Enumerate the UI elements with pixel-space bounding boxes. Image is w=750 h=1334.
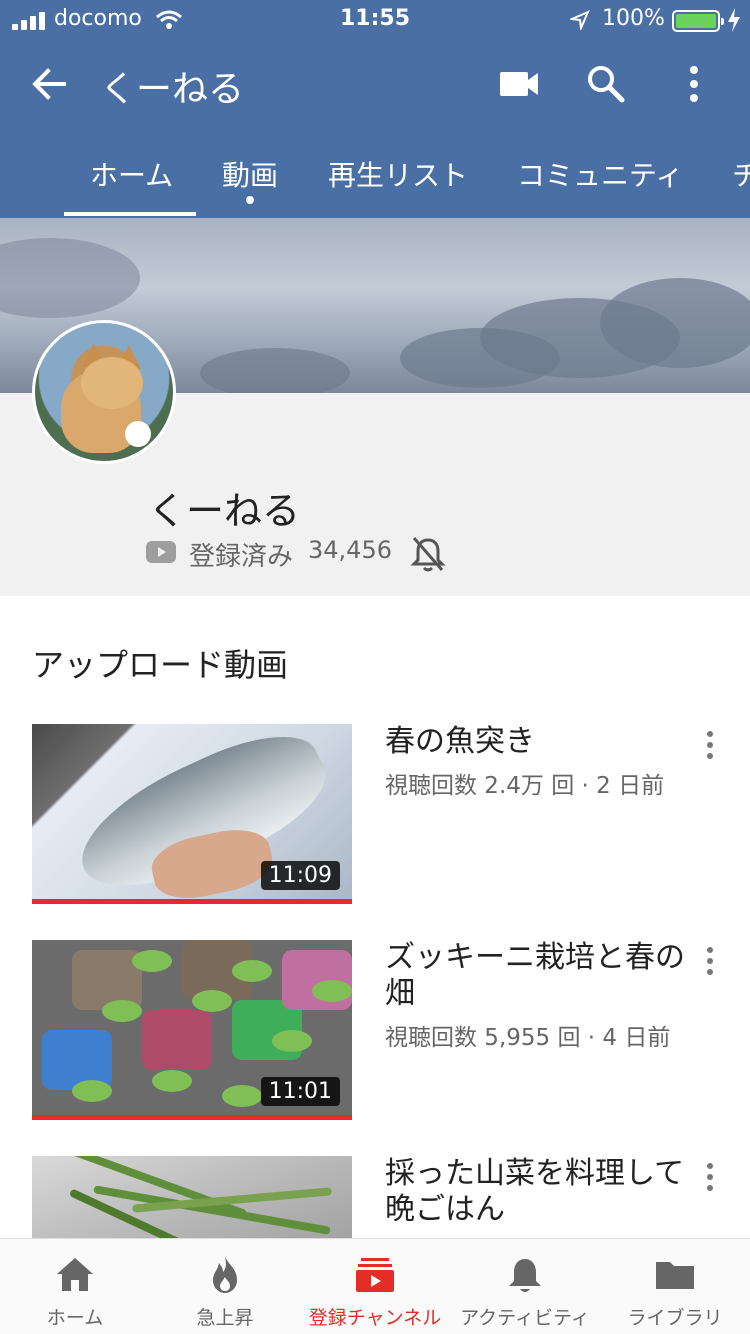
nav-item-home[interactable]: ホーム xyxy=(0,1239,150,1334)
folder-icon xyxy=(656,1262,694,1289)
video-thumbnail[interactable]: 11:01 xyxy=(32,940,352,1120)
uploads-section-title: アップロード動画 xyxy=(32,646,289,684)
video-meta: 視聴回数 2.4万 回 · 2 日前 xyxy=(385,773,665,799)
tab-channels[interactable]: チ xyxy=(732,154,750,194)
video-meta: 視聴回数 5,955 回 · 4 日前 xyxy=(385,1025,671,1051)
subscribed-label[interactable]: 登録済み xyxy=(189,536,293,573)
charging-icon xyxy=(728,8,740,32)
battery-icon xyxy=(672,10,724,32)
app-bar: くーねる ホーム 動画 再生リスト コミュニティ チ xyxy=(0,40,750,218)
location-arrow-icon xyxy=(570,10,590,30)
video-title[interactable]: 採った山菜を料理して晩ごはん xyxy=(385,1156,685,1228)
new-content-dot xyxy=(246,196,254,204)
nav-label: 登録チャンネル xyxy=(308,1307,442,1329)
video-camera-icon[interactable] xyxy=(496,66,542,102)
active-tab-indicator xyxy=(64,212,196,216)
subscriber-count: 34,456 xyxy=(308,536,392,564)
video-list-item[interactable]: 11:01 ズッキーニ栽培と春の畑 視聴回数 5,955 回 · 4 日前 xyxy=(0,940,750,1124)
bell-icon xyxy=(509,1259,541,1292)
bottom-navigation: ホーム 急上昇 登録チャンネル アクティビティ ライブラリ xyxy=(0,1238,750,1334)
video-title[interactable]: 春の魚突き xyxy=(385,724,685,760)
nav-item-library[interactable]: ライブラリ xyxy=(600,1239,750,1334)
nav-item-subscriptions[interactable]: 登録チャンネル xyxy=(300,1239,450,1334)
video-duration: 11:01 xyxy=(260,1077,340,1106)
tab-home[interactable]: ホーム xyxy=(90,154,173,194)
tab-playlists[interactable]: 再生リスト xyxy=(328,154,468,194)
notifications-off-icon[interactable] xyxy=(410,534,446,574)
more-vert-icon[interactable] xyxy=(700,944,720,980)
channel-name: くーねる xyxy=(148,489,301,533)
back-arrow-icon[interactable] xyxy=(28,62,72,106)
youtube-logo-icon xyxy=(146,541,176,563)
tab-videos[interactable]: 動画 xyxy=(222,154,278,194)
video-duration: 11:09 xyxy=(260,861,340,890)
video-title[interactable]: ズッキーニ栽培と春の畑 xyxy=(385,940,685,1012)
channel-tabs: ホーム 動画 再生リスト コミュニティ チ xyxy=(0,140,750,218)
subscriptions-icon xyxy=(356,1258,394,1292)
nav-item-trending[interactable]: 急上昇 xyxy=(150,1239,300,1334)
home-icon xyxy=(57,1258,93,1291)
nav-label: 急上昇 xyxy=(196,1307,254,1329)
flame-icon xyxy=(213,1257,237,1293)
status-bar: docomo 11:55 100% xyxy=(0,0,750,40)
nav-label: アクティビティ xyxy=(460,1307,590,1329)
more-vert-icon[interactable] xyxy=(700,728,720,764)
battery-percent: 100% xyxy=(602,6,665,31)
more-vert-icon[interactable] xyxy=(680,62,708,106)
tab-community[interactable]: コミュニティ xyxy=(517,154,683,194)
watch-progress-bar xyxy=(32,1115,352,1120)
nav-label: ホーム xyxy=(46,1307,104,1329)
nav-item-activity[interactable]: アクティビティ xyxy=(450,1239,600,1334)
more-vert-icon[interactable] xyxy=(700,1160,720,1196)
page-title: くーねる xyxy=(100,69,245,110)
channel-avatar[interactable] xyxy=(32,320,176,464)
search-icon[interactable] xyxy=(584,62,628,106)
video-thumbnail[interactable]: 11:09 xyxy=(32,724,352,904)
watch-progress-bar xyxy=(32,899,352,904)
video-list-item[interactable]: 11:09 春の魚突き 視聴回数 2.4万 回 · 2 日前 xyxy=(0,724,750,908)
nav-label: ライブラリ xyxy=(627,1307,723,1329)
